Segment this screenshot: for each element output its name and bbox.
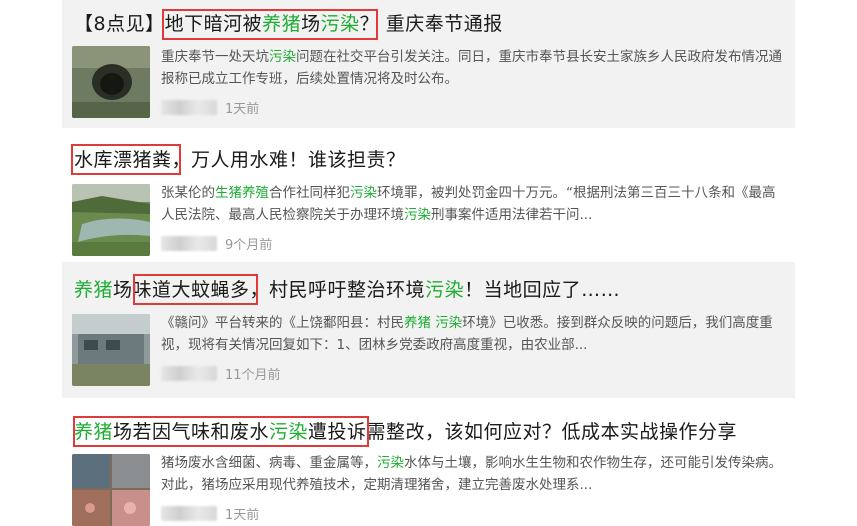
- keyword-highlight: 污染: [377, 455, 404, 471]
- article-title[interactable]: 水库漂猪粪，万人用水难！谁该担责？: [74, 148, 406, 172]
- article-summary: 猪场废水含细菌、病毒、重金属等，污染水体与土壤，影响水生生物和农作物生存，还可能…: [161, 455, 782, 493]
- article-title[interactable]: 【8点见】地下暗河被养猪场污染？ 重庆奉节通报: [74, 12, 503, 36]
- article-summary: 《赣问》平台转来的《上饶鄱阳县：村民养猪 污染环境》已收悉。接到群众反映的问题后…: [161, 315, 773, 353]
- keyword-highlight: 养猪: [404, 315, 431, 331]
- keyword-highlight: 污染: [350, 185, 377, 201]
- article-meta: 1天前: [161, 98, 259, 117]
- photo-thumbnail-pigfarm[interactable]: [72, 454, 150, 526]
- article-summary: 重庆奉节一处天坑污染问题在社交平台引发关注。同日，重庆市奉节县长安土家族乡人民政…: [161, 49, 782, 87]
- article-title[interactable]: 养猪场若因气味和废水污染遭投诉需整改，该如何应对？低成本实战操作分享: [74, 420, 737, 444]
- keyword-highlight: 污染: [269, 49, 296, 65]
- source-name-blurred: [161, 100, 217, 115]
- publish-time: 9个月前: [225, 238, 273, 253]
- publish-time: 1天前: [225, 508, 260, 523]
- article-card-2[interactable]: 水库漂猪粪，万人用水难！谁该担责？ 张某伦的生猪养殖合作社同样犯污染环境罪，被判…: [62, 134, 795, 258]
- article-meta: 11个月前: [161, 364, 281, 383]
- keyword-highlight: 污染: [435, 315, 463, 331]
- article-card-4[interactable]: 养猪场若因气味和废水污染遭投诉需整改，该如何应对？低成本实战操作分享 猪场废水含…: [62, 404, 795, 526]
- source-name-blurred: [161, 506, 217, 521]
- keyword-highlight: 污染: [404, 207, 431, 223]
- publish-time: 11个月前: [225, 368, 281, 383]
- article-title[interactable]: 养猪场味道大蚊蝇多，村民呼吁整治环境污染！当地回应了……: [74, 278, 620, 302]
- photo-thumbnail-building[interactable]: [72, 314, 150, 386]
- photo-thumbnail-reservoir[interactable]: [72, 184, 150, 256]
- keyword-highlight: 生猪养殖: [215, 185, 269, 201]
- article-card-1[interactable]: 【8点见】地下暗河被养猪场污染？ 重庆奉节通报 重庆奉节一处天坑污染问题在社交平…: [62, 0, 795, 128]
- publish-time: 1天前: [225, 102, 260, 117]
- source-name-blurred: [161, 236, 217, 251]
- article-meta: 9个月前: [161, 234, 272, 253]
- article-card-3[interactable]: 养猪场味道大蚊蝇多，村民呼吁整治环境污染！当地回应了…… 《赣问》平台转来的《上…: [62, 262, 795, 398]
- article-meta: 1天前: [161, 504, 259, 523]
- source-name-blurred: [161, 366, 217, 381]
- photo-thumbnail-cave[interactable]: [72, 46, 150, 118]
- article-summary: 张某伦的生猪养殖合作社同样犯污染环境罪，被判处罚金四十万元。“根据刑法第三百三十…: [161, 185, 776, 223]
